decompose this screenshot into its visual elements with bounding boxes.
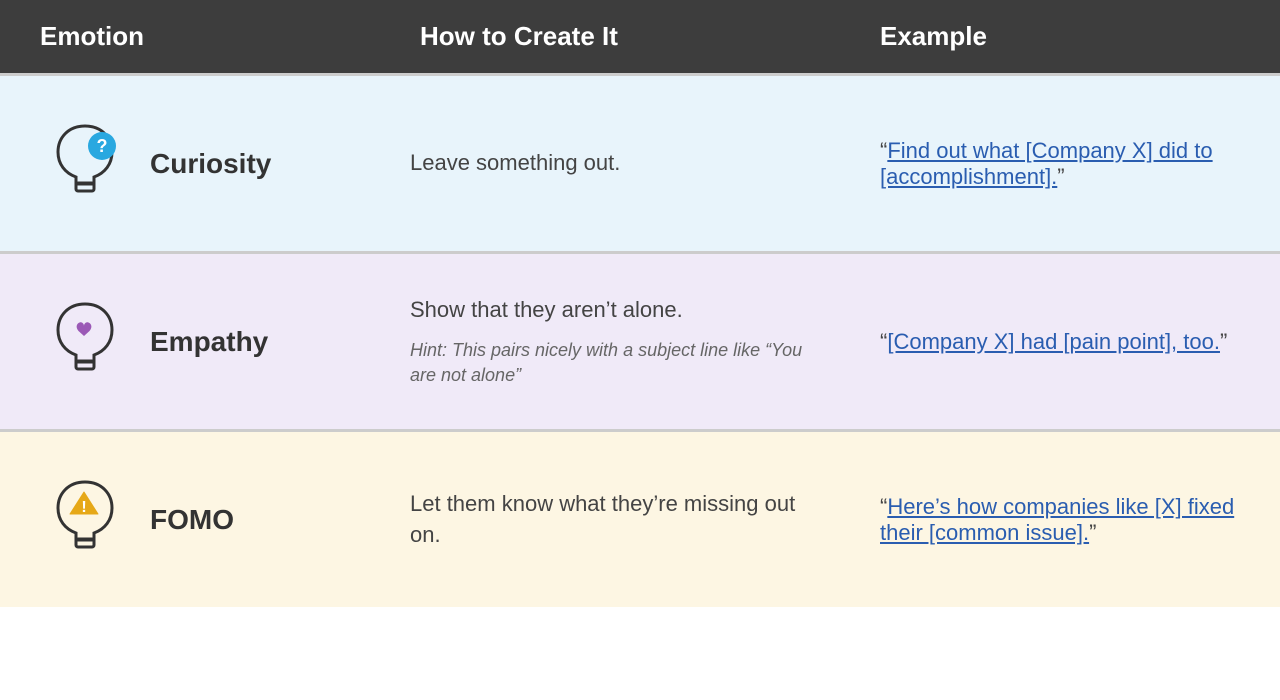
header-howto: How to Create It <box>400 21 860 52</box>
curiosity-icon: ? <box>40 116 130 211</box>
example-cell-curiosity: “Find out what [Company X] did to [accom… <box>860 138 1260 190</box>
howto-main-curiosity: Leave something out. <box>410 148 830 179</box>
example-cell-fomo: “Here’s how companies like [X] fixed the… <box>860 494 1260 546</box>
example-link-fomo[interactable]: Here’s how companies like [X] fixed thei… <box>880 494 1234 545</box>
emotion-label-fomo: FOMO <box>150 504 234 536</box>
header-example: Example <box>860 21 1260 52</box>
howto-cell-curiosity: Leave something out. <box>400 148 860 179</box>
row-empathy: Empathy Show that they aren’t alone. Hin… <box>0 251 1280 429</box>
example-cell-empathy: “[Company X] had [pain point], too.” <box>860 329 1260 355</box>
svg-text:!: ! <box>81 499 86 516</box>
emotion-cell-fomo: ! FOMO <box>20 472 400 567</box>
example-link-empathy[interactable]: [Company X] had [pain point], too. <box>887 329 1220 354</box>
emotion-cell-empathy: Empathy <box>20 294 400 389</box>
emotion-label-empathy: Empathy <box>150 326 268 358</box>
row-fomo: ! FOMO Let them know what they’re missin… <box>0 429 1280 607</box>
table-header: Emotion How to Create It Example <box>0 0 1280 73</box>
fomo-icon: ! <box>40 472 130 567</box>
header-emotion: Emotion <box>20 21 400 52</box>
emotion-label-curiosity: Curiosity <box>150 148 271 180</box>
empathy-icon <box>40 294 130 389</box>
howto-main-empathy: Show that they aren’t alone. <box>410 295 830 326</box>
example-link-curiosity[interactable]: Find out what [Company X] did to [accomp… <box>880 138 1213 189</box>
rows-container: ? Curiosity Leave something out. “Find o… <box>0 73 1280 607</box>
row-curiosity: ? Curiosity Leave something out. “Find o… <box>0 73 1280 251</box>
howto-cell-empathy: Show that they aren’t alone. Hint: This … <box>400 295 860 388</box>
svg-text:?: ? <box>97 136 108 156</box>
emotion-cell-curiosity: ? Curiosity <box>20 116 400 211</box>
howto-main-fomo: Let them know what they’re missing out o… <box>410 489 830 551</box>
howto-cell-fomo: Let them know what they’re missing out o… <box>400 489 860 551</box>
howto-hint-empathy: Hint: This pairs nicely with a subject l… <box>410 338 830 388</box>
